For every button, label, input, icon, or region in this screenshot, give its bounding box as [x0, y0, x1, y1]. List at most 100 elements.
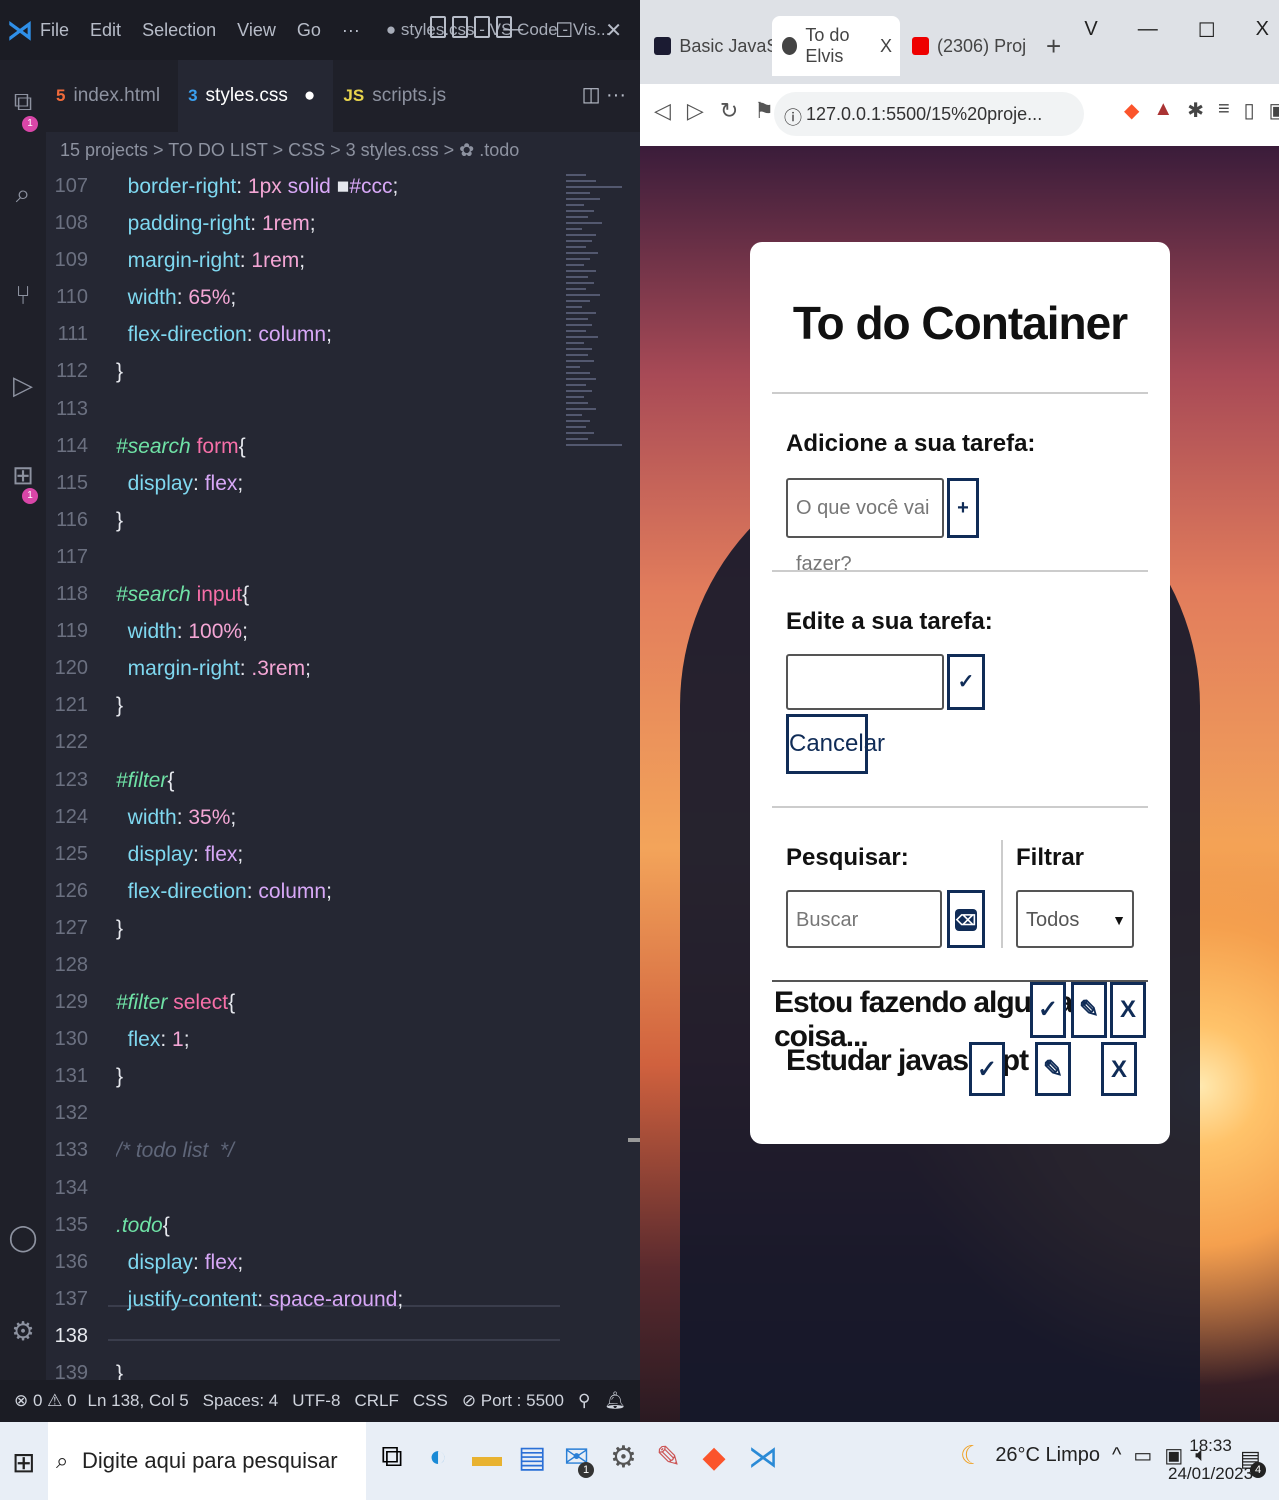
- settings-gear-icon[interactable]: ⚙: [610, 1440, 637, 1475]
- line-number: 126: [54, 879, 88, 902]
- sidebar-icon[interactable]: ▯: [1244, 98, 1255, 123]
- menu-edit[interactable]: Edit: [90, 20, 121, 40]
- close-icon[interactable]: ✕: [605, 18, 622, 43]
- todo-edit-button[interactable]: ✎: [1035, 1042, 1071, 1096]
- browser-tab-youtube[interactable]: (2306) Projeto: [902, 16, 1026, 76]
- new-tab-button[interactable]: +: [1036, 16, 1066, 76]
- tab-search-icon[interactable]: V: [1084, 18, 1097, 43]
- mail-badge: 1: [578, 1462, 594, 1478]
- activity-bar: ⧉ 1 ⌕ ⑂ ▷ ⊞ 1 ◯ ⚙: [0, 60, 46, 1380]
- settings-gear-icon[interactable]: ⚙: [8, 1316, 38, 1346]
- windows-start-icon[interactable]: ⊞: [12, 1446, 35, 1479]
- edit-task-input[interactable]: [786, 654, 944, 710]
- line-number-gutter: 107 108 109 110 111 112 113 114 115 116 117 118 119 1…: [46, 168, 108, 1384]
- menu-more[interactable]: ···: [342, 20, 360, 40]
- menu-selection[interactable]: Selection: [142, 20, 216, 40]
- file-explorer-icon[interactable]: ▬: [472, 1440, 502, 1475]
- cursor-position[interactable]: Ln 138, Col 5: [88, 1391, 189, 1411]
- menu-go[interactable]: Go: [297, 20, 321, 40]
- todo-done-button[interactable]: ✓: [1030, 982, 1066, 1038]
- edge-icon[interactable]: ◐: [426, 1440, 450, 1475]
- line-number: 133: [54, 1139, 88, 1162]
- taskbar-search[interactable]: ⌕ Digite aqui para pesquisar: [48, 1422, 366, 1500]
- reload-icon[interactable]: ↻: [720, 98, 738, 124]
- cancel-edit-button[interactable]: Cancelar: [786, 714, 885, 774]
- tab-styles-css[interactable]: 3 styles.css ●: [178, 60, 334, 132]
- toggle-sidebar-icon[interactable]: [430, 16, 446, 38]
- clear-search-button[interactable]: ⌫: [947, 890, 985, 948]
- problems-count[interactable]: ⊗ 0 ⚠ 0: [0, 1391, 77, 1411]
- task-view-icon[interactable]: ⧉: [380, 1440, 404, 1475]
- chevron-down-icon: ▼: [1112, 912, 1126, 928]
- meet-icon[interactable]: ▭: [1133, 1443, 1152, 1468]
- close-icon[interactable]: X: [1256, 18, 1269, 43]
- scrollbar-thumb[interactable]: [628, 1138, 640, 1142]
- todo-edit-button[interactable]: ✎: [1071, 982, 1107, 1038]
- toggle-secondary-icon[interactable]: [474, 16, 490, 38]
- line-number: 128: [54, 953, 88, 976]
- address-bar[interactable]: 127.0.0.1:5500/15%20proje...: [774, 92, 1084, 136]
- browser-tab-basic-js[interactable]: Basic JavaScript: Re: [644, 16, 772, 76]
- live-server-port[interactable]: ⊘ Port : 5500: [462, 1391, 564, 1411]
- code-editor[interactable]: border-right: 1px solid ■#ccc; padding-r…: [116, 168, 566, 1380]
- brave-rewards-icon[interactable]: ▲: [1153, 98, 1173, 123]
- minimize-icon[interactable]: —: [1138, 18, 1158, 43]
- modified-dot-icon[interactable]: ●: [304, 85, 315, 107]
- paint-icon[interactable]: ✎: [656, 1440, 681, 1475]
- browser-tab-todo[interactable]: To do Elvis X: [772, 16, 900, 76]
- menu-file[interactable]: File: [40, 20, 69, 40]
- brave-icon[interactable]: ◆: [702, 1440, 726, 1475]
- wallet-icon[interactable]: ▣: [1269, 98, 1279, 123]
- maximize-icon[interactable]: ☐: [555, 18, 573, 43]
- css-file-icon: 3: [188, 86, 198, 105]
- nav-buttons: ◁ ▷ ↻ ⚑: [654, 98, 774, 124]
- tab-index-html[interactable]: 5 index.html: [46, 60, 178, 132]
- search-input[interactable]: Buscar: [786, 890, 942, 948]
- tab-scripts-js[interactable]: JS scripts.js: [333, 60, 464, 132]
- split-editor-icon[interactable]: ◫ ···: [582, 82, 626, 107]
- run-debug-icon[interactable]: ▷: [8, 370, 38, 400]
- code-line: #filter select{: [116, 991, 236, 1015]
- todo-done-button[interactable]: ✓: [969, 1042, 1005, 1096]
- account-icon[interactable]: ◯: [8, 1222, 38, 1252]
- close-tab-icon[interactable]: X: [880, 36, 892, 57]
- add-task-input[interactable]: O que você vai fazer?: [786, 478, 944, 575]
- line-ending[interactable]: CRLF: [354, 1391, 398, 1411]
- explorer-icon[interactable]: ⧉: [8, 86, 38, 116]
- back-icon[interactable]: ◁: [654, 98, 671, 124]
- menu-view[interactable]: View: [237, 20, 276, 40]
- encoding[interactable]: UTF-8: [292, 1391, 340, 1411]
- weather-text[interactable]: 26°C Limpo: [995, 1444, 1100, 1467]
- extensions-icon[interactable]: ⊞: [8, 460, 38, 490]
- toggle-panel-icon[interactable]: [452, 16, 468, 38]
- line-number: 113: [56, 397, 88, 420]
- source-control-icon[interactable]: ⑂: [8, 280, 38, 310]
- language-mode[interactable]: CSS: [413, 1391, 448, 1411]
- todo-remove-button[interactable]: X: [1101, 1042, 1137, 1096]
- maximize-icon[interactable]: ☐: [1198, 18, 1216, 43]
- minimap[interactable]: [566, 170, 630, 710]
- breadcrumb[interactable]: 15 projects > TO DO LIST > CSS > 3 style…: [46, 132, 640, 168]
- code-line: }: [116, 1362, 124, 1380]
- store-icon[interactable]: ▤: [518, 1440, 546, 1475]
- minimize-icon[interactable]: —: [503, 18, 523, 43]
- brave-shields-icon[interactable]: ◆: [1124, 98, 1139, 123]
- add-task-button[interactable]: +: [947, 478, 979, 538]
- forward-icon[interactable]: ▷: [687, 98, 704, 124]
- indentation[interactable]: Spaces: 4: [203, 1391, 279, 1411]
- search-icon[interactable]: ⌕: [8, 178, 38, 208]
- playlist-icon[interactable]: ≡: [1218, 98, 1230, 123]
- todo-remove-button[interactable]: X: [1110, 982, 1146, 1038]
- confirm-edit-button[interactable]: ✓: [947, 654, 985, 710]
- vscode-icon[interactable]: ⋊: [748, 1440, 778, 1475]
- feedback-icon[interactable]: ⚲: [578, 1391, 590, 1411]
- bookmark-icon[interactable]: ⚑: [754, 98, 774, 124]
- filter-select[interactable]: Todos ▼: [1016, 890, 1134, 948]
- extensions-puzzle-icon[interactable]: ✱: [1187, 98, 1204, 123]
- notifications-bell-icon[interactable]: 🔔︎: [604, 1391, 626, 1411]
- tray-expand-icon[interactable]: ^: [1112, 1444, 1121, 1467]
- line-number: 124: [54, 805, 88, 828]
- site-info-icon[interactable]: ⓘ: [784, 104, 802, 130]
